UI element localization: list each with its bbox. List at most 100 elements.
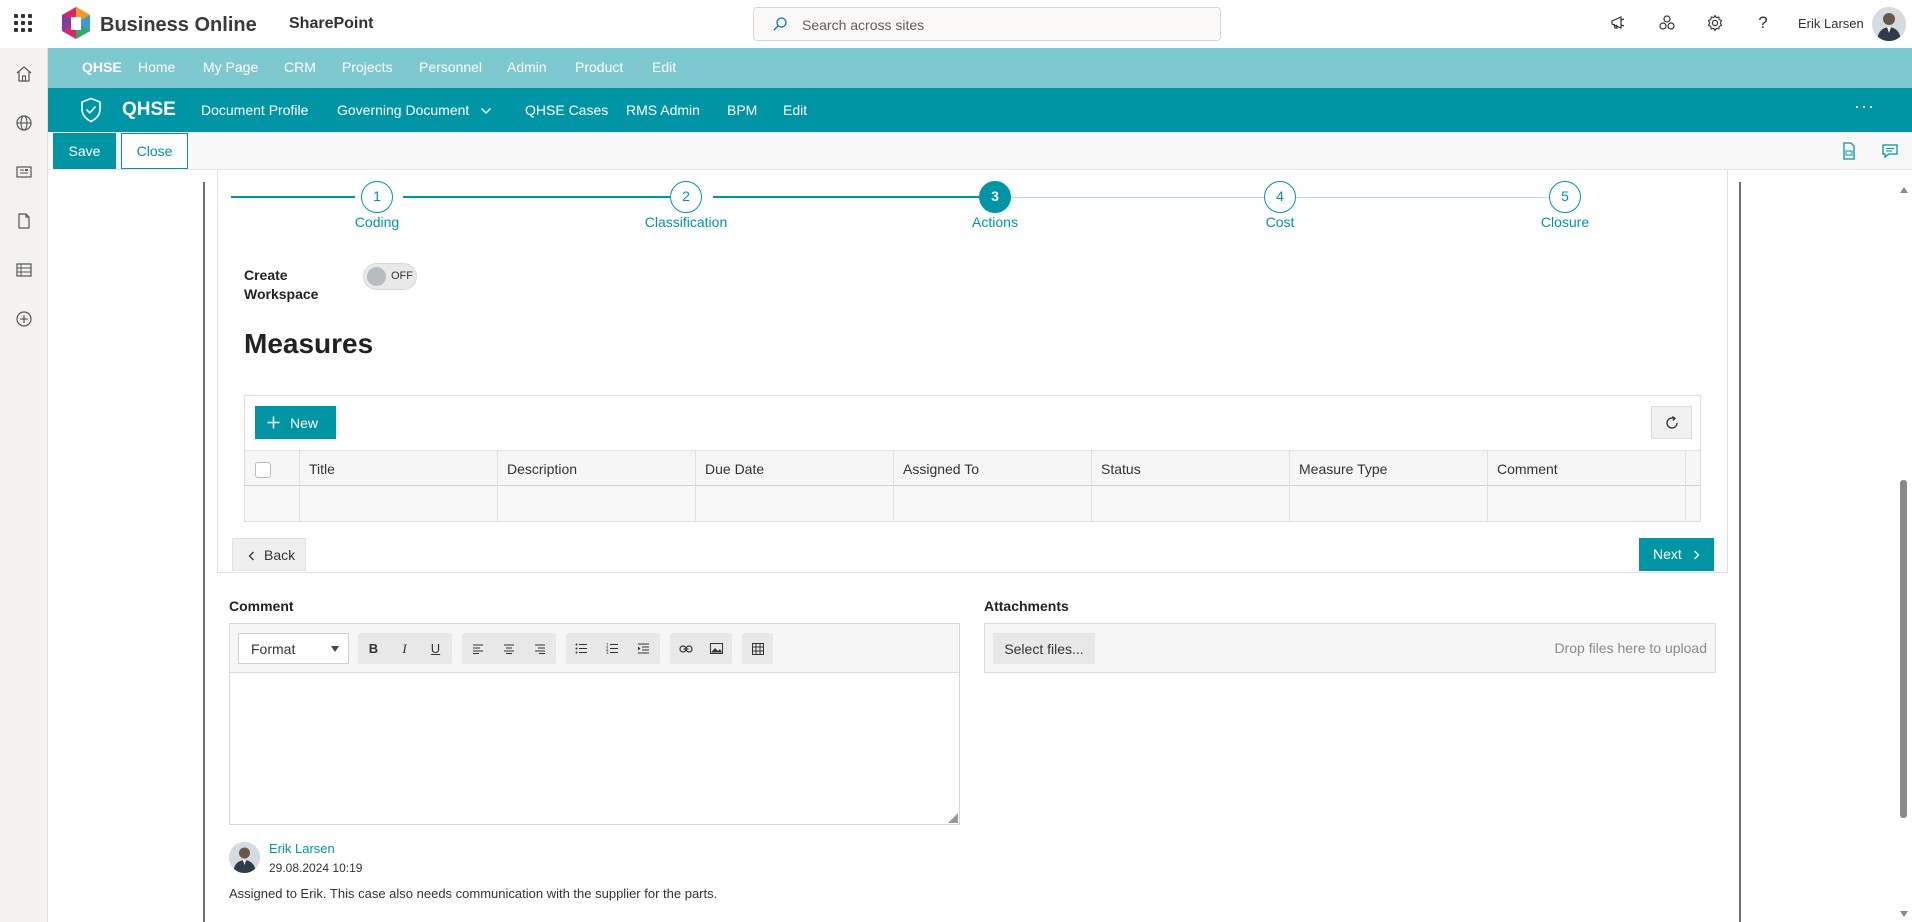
brand-name[interactable]: Business Online — [100, 14, 257, 37]
refresh-button[interactable] — [1651, 406, 1692, 439]
site-title[interactable]: QHSE — [122, 99, 176, 121]
col-separator — [1487, 450, 1488, 521]
resize-handle-icon[interactable] — [948, 813, 958, 823]
hub-nav-projects[interactable]: Projects — [342, 59, 393, 75]
step-5-label[interactable]: Closure — [1495, 214, 1635, 230]
attachments-dropzone[interactable]: Select files... Drop files here to uploa… — [984, 623, 1716, 673]
pdf-document-icon[interactable] — [1839, 141, 1859, 161]
close-button[interactable]: Close — [121, 133, 188, 169]
col-separator — [1091, 450, 1092, 521]
hub-nav-crm[interactable]: CRM — [284, 59, 316, 75]
step-2-circle[interactable]: 2 — [670, 181, 702, 213]
col-header-title[interactable]: Title — [309, 461, 335, 477]
user-avatar[interactable] — [1872, 7, 1906, 41]
step-5-circle[interactable]: 5 — [1549, 181, 1581, 213]
business-online-logo[interactable] — [56, 4, 96, 44]
create-workspace-label: Create Workspace — [244, 266, 318, 304]
align-center-icon[interactable] — [493, 633, 524, 664]
bold-icon[interactable]: B — [358, 633, 389, 664]
col-header-status[interactable]: Status — [1101, 461, 1141, 477]
step-1-label[interactable]: Coding — [307, 214, 447, 230]
comment-author[interactable]: Erik Larsen — [269, 841, 335, 856]
next-label: Next — [1653, 546, 1682, 562]
shield-check-icon[interactable] — [80, 97, 102, 123]
col-header-measure-type[interactable]: Measure Type — [1299, 461, 1387, 477]
document-icon[interactable] — [12, 209, 36, 233]
italic-icon[interactable]: I — [389, 633, 420, 664]
dropdown-arrow-icon — [331, 646, 339, 652]
attachments-label: Attachments — [984, 598, 1069, 614]
stepper-line-4-5 — [1296, 197, 1549, 198]
sharepoint-apps-icon[interactable] — [1656, 12, 1678, 34]
format-dropdown[interactable]: Format — [238, 633, 349, 664]
help-icon[interactable]: ? — [1752, 12, 1774, 34]
select-all-checkbox[interactable] — [255, 462, 271, 478]
site-nav-qhse-cases[interactable]: QHSE Cases — [525, 102, 608, 118]
comment-label: Comment — [229, 598, 294, 614]
search-icon — [773, 17, 787, 31]
table-row[interactable] — [245, 486, 1700, 521]
hub-nav-admin[interactable]: Admin — [507, 59, 547, 75]
col-separator — [893, 450, 894, 521]
site-nav-rms-admin[interactable]: RMS Admin — [626, 102, 700, 118]
step-3-label[interactable]: Actions — [925, 214, 1065, 230]
hub-nav-personnel[interactable]: Personnel — [419, 59, 482, 75]
scroll-down-arrow[interactable] — [1900, 911, 1908, 917]
align-left-icon[interactable] — [462, 633, 493, 664]
hub-nav-my-page[interactable]: My Page — [203, 59, 258, 75]
col-header-assigned-to[interactable]: Assigned To — [903, 461, 979, 477]
user-name[interactable]: Erik Larsen — [1798, 16, 1864, 31]
bullet-list-icon[interactable] — [566, 633, 597, 664]
globe-icon[interactable] — [12, 111, 36, 135]
step-4-circle[interactable]: 4 — [1264, 181, 1296, 213]
numbered-list-icon[interactable]: 123 — [597, 633, 628, 664]
comment-editor[interactable]: Format B I U 123 — [229, 623, 960, 825]
image-icon[interactable] — [701, 633, 732, 664]
indent-icon[interactable] — [628, 633, 659, 664]
lists-icon[interactable] — [12, 258, 36, 282]
create-workspace-toggle[interactable]: OFF — [363, 263, 417, 290]
svg-text:3: 3 — [606, 650, 609, 654]
step-2-label[interactable]: Classification — [616, 214, 756, 230]
save-button[interactable]: Save — [53, 133, 116, 169]
plus-icon — [267, 416, 280, 429]
link-icon[interactable] — [670, 633, 701, 664]
step-4-label[interactable]: Cost — [1210, 214, 1350, 230]
settings-gear-icon[interactable] — [1704, 12, 1726, 34]
toggle-state: OFF — [391, 270, 413, 282]
col-header-comment[interactable]: Comment — [1497, 461, 1558, 477]
alignment-group — [462, 633, 556, 664]
hub-nav-product[interactable]: Product — [575, 59, 623, 75]
next-button[interactable]: Next — [1639, 538, 1714, 571]
search-box[interactable]: Search across sites — [753, 7, 1221, 41]
hub-nav-edit[interactable]: Edit — [652, 59, 676, 75]
back-button[interactable]: Back — [232, 538, 306, 571]
site-nav-bpm[interactable]: BPM — [727, 102, 757, 118]
col-header-description[interactable]: Description — [507, 461, 577, 477]
align-right-icon[interactable] — [524, 633, 555, 664]
comment-icon[interactable] — [1880, 141, 1900, 161]
app-launcher-icon[interactable] — [14, 14, 32, 32]
scrollbar-thumb[interactable] — [1900, 480, 1907, 818]
new-measure-button[interactable]: New — [255, 406, 336, 439]
table-icon[interactable] — [742, 633, 773, 664]
step-1-circle[interactable]: 1 — [361, 181, 393, 213]
chevron-down-icon[interactable] — [480, 107, 492, 115]
hub-nav-home[interactable]: Home — [138, 59, 175, 75]
home-icon[interactable] — [12, 62, 36, 86]
news-icon[interactable] — [12, 160, 36, 184]
megaphone-icon[interactable] — [1608, 12, 1630, 34]
site-nav-document-profile[interactable]: Document Profile — [201, 102, 308, 118]
app-title[interactable]: SharePoint — [289, 15, 373, 33]
site-nav-governing-document[interactable]: Governing Document — [337, 102, 469, 118]
more-ellipsis-icon[interactable]: ··· — [1854, 96, 1875, 117]
create-add-icon[interactable] — [12, 307, 36, 331]
col-separator — [299, 450, 300, 521]
select-files-button[interactable]: Select files... — [993, 633, 1095, 664]
step-3-circle-active[interactable]: 3 — [979, 181, 1011, 213]
col-header-due-date[interactable]: Due Date — [705, 461, 764, 477]
underline-icon[interactable]: U — [420, 633, 451, 664]
scroll-up-arrow[interactable] — [1900, 187, 1908, 193]
hub-nav-qhse[interactable]: QHSE — [82, 59, 122, 75]
site-nav-edit[interactable]: Edit — [783, 102, 807, 118]
